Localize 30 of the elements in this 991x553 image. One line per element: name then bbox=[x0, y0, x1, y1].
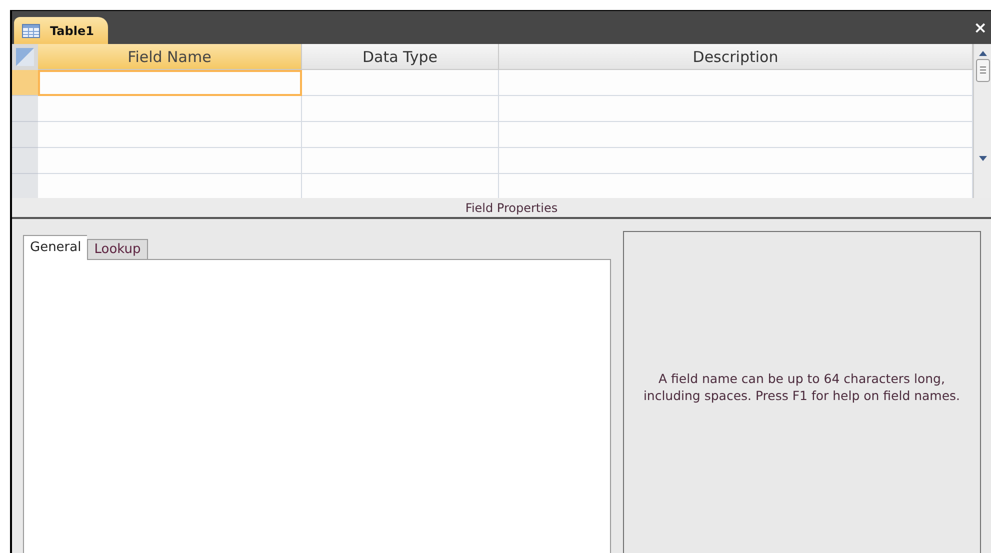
row-selector[interactable] bbox=[12, 122, 38, 148]
select-all-corner[interactable] bbox=[12, 44, 38, 70]
table-cell[interactable] bbox=[38, 70, 302, 96]
table-cell[interactable] bbox=[38, 122, 302, 148]
table-cell[interactable] bbox=[499, 122, 973, 148]
table-cell[interactable] bbox=[302, 148, 499, 174]
row-selector[interactable] bbox=[12, 96, 38, 122]
table-cell[interactable] bbox=[499, 148, 973, 174]
table-cell[interactable] bbox=[38, 96, 302, 122]
help-text: A field name can be up to 64 characters long, including spaces. Press F1 for help on field names. bbox=[642, 370, 962, 404]
tab[interactable]: General bbox=[23, 235, 88, 260]
column-header[interactable]: Field Name bbox=[38, 44, 302, 70]
table-cell[interactable] bbox=[38, 148, 302, 174]
close-button[interactable]: × bbox=[970, 18, 991, 37]
column-header[interactable]: Description bbox=[499, 44, 973, 70]
tab-title: Table1 bbox=[50, 24, 94, 38]
table-cell[interactable] bbox=[302, 70, 499, 96]
table-icon bbox=[22, 24, 40, 38]
row-selector[interactable] bbox=[12, 148, 38, 174]
tab[interactable]: Lookup bbox=[87, 239, 148, 259]
row-selector[interactable] bbox=[12, 174, 38, 200]
table-cell[interactable] bbox=[499, 96, 973, 122]
document-tab[interactable]: Table1 bbox=[14, 17, 108, 44]
section-title: Field Properties bbox=[465, 200, 558, 214]
table-cell[interactable] bbox=[302, 96, 499, 122]
vertical-scrollbar[interactable] bbox=[973, 44, 991, 198]
column-header[interactable]: Data Type bbox=[302, 44, 499, 70]
row-selector[interactable] bbox=[12, 70, 38, 96]
table-cell[interactable] bbox=[499, 70, 973, 96]
table-cell[interactable] bbox=[302, 122, 499, 148]
